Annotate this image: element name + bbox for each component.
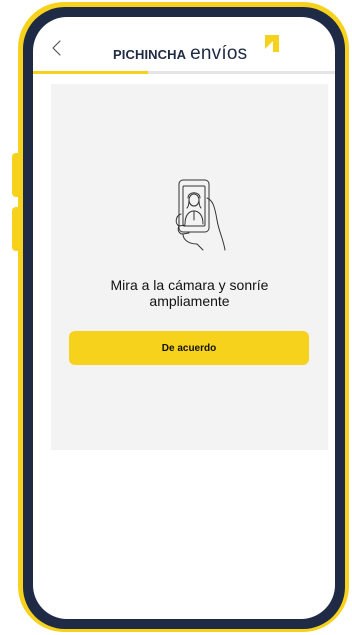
brand-arrow-icon [265, 35, 279, 52]
progress-bar-fill [33, 71, 148, 74]
app-header: PICHINCHA envíos [33, 17, 335, 74]
instruction-text: Mira a la cámara y sonríe ampliamente [110, 277, 269, 309]
content-card: Mira a la cámara y sonríe ampliamente De… [51, 84, 328, 450]
brand-logo: PICHINCHA envíos [113, 35, 279, 66]
brand-name: PICHINCHA [113, 47, 187, 62]
agree-button[interactable]: De acuerdo [69, 331, 309, 365]
selfie-phone-icon [175, 179, 226, 251]
phone-screen: PICHINCHA envíos Mira a la cámara y sonr… [33, 17, 335, 619]
chevron-left-icon[interactable] [47, 37, 69, 59]
brand-product: envíos [190, 43, 248, 64]
progress-bar [33, 71, 335, 74]
